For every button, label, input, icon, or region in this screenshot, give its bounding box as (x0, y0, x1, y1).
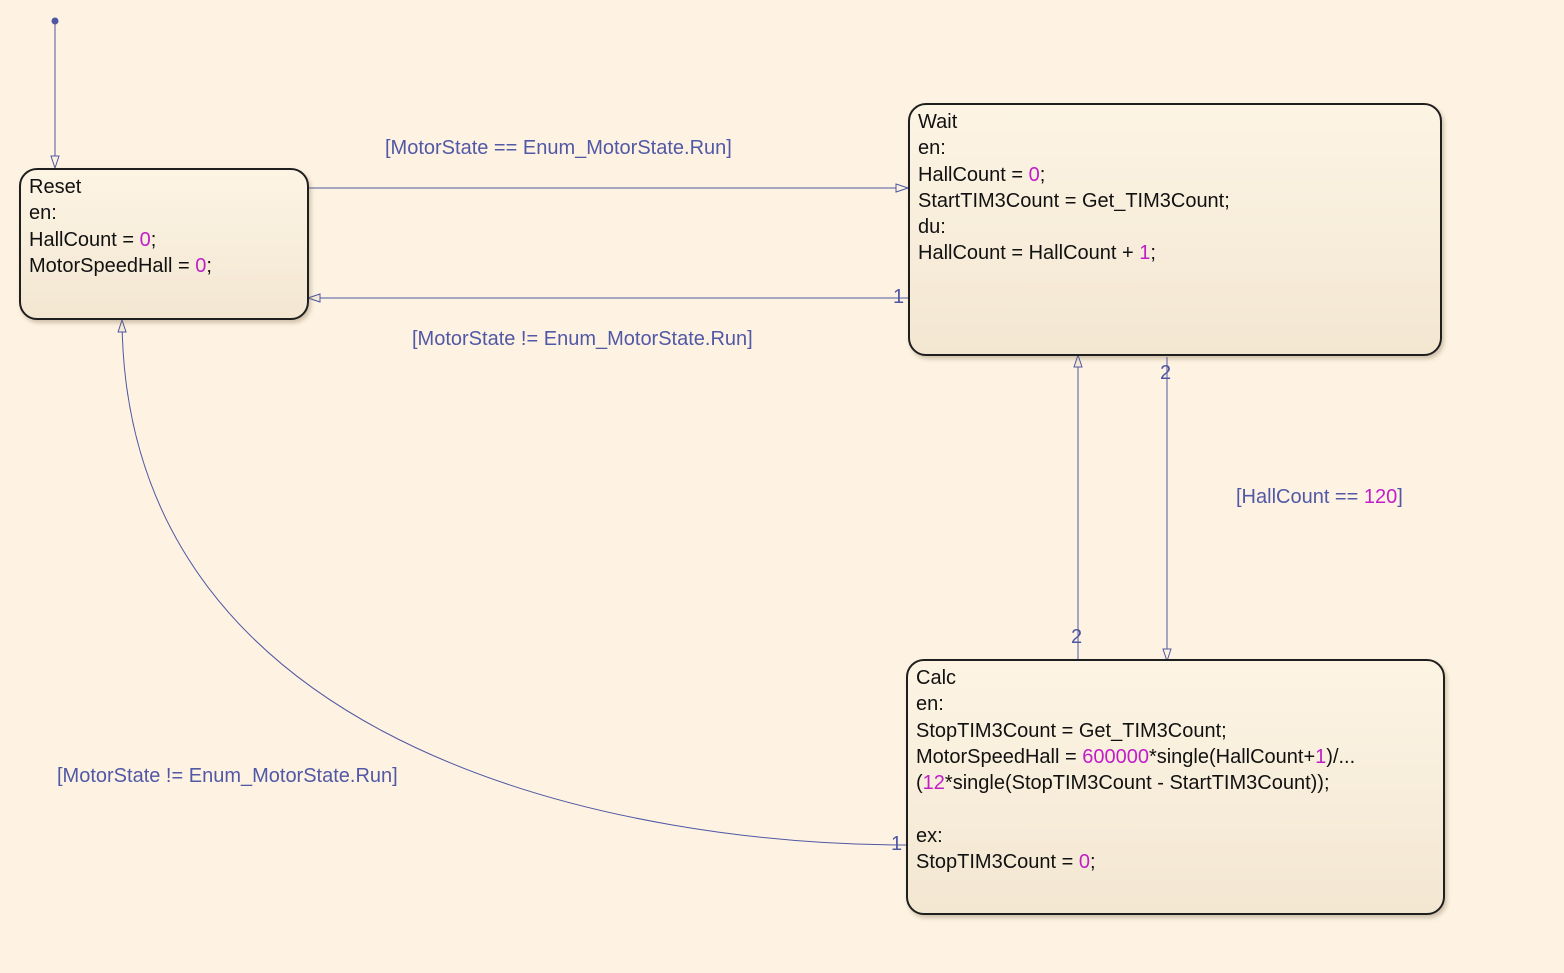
order-calc-to-wait: 2 (1071, 626, 1083, 648)
order-wait-to-reset: 1 (893, 286, 905, 308)
action-text: MotorSpeedHall = (29, 254, 196, 277)
action-line: HallCount = 0; (918, 162, 1432, 188)
state-calc[interactable]: Calc en: StopTIM3Count = Get_TIM3Count; Mo… (906, 659, 1445, 915)
label-wait-to-calc-pre: [HallCount == (1236, 486, 1364, 508)
label-wait-to-calc-num: 120 (1363, 486, 1398, 508)
state-wait-name: Wait (918, 111, 958, 133)
action-text: en: (918, 137, 946, 160)
action-text: *single(StopTIM3Count - StartTIM3Count))… (944, 772, 1330, 795)
state-reset-body: en: HallCount = 0; MotorSpeedHall = 0; (29, 200, 299, 279)
action-text: MotorSpeedHall = (916, 745, 1083, 768)
order-wait-to-calc: 2 (1160, 362, 1172, 384)
action-text: ; (1150, 242, 1156, 265)
action-text: HallCount = (29, 228, 140, 251)
action-line: StopTIM3Count = 0; (916, 849, 1435, 875)
constant-value: 12 (922, 772, 945, 795)
action-text: ; (1039, 163, 1046, 186)
action-line: en: (29, 200, 299, 226)
action-text: du: (918, 216, 946, 239)
action-text: StopTIM3Count = Get_TIM3Count; (916, 719, 1227, 742)
action-line: MotorSpeedHall = 0; (29, 253, 299, 279)
label-calc-to-reset[interactable]: [MotorState != Enum_MotorState.Run] (57, 765, 398, 788)
constant-value: 1 (1315, 745, 1327, 768)
action-text: ( (916, 772, 923, 795)
action-text: HallCount = (918, 163, 1029, 186)
action-line: ex: (916, 823, 1435, 849)
action-text: ; (206, 254, 212, 277)
action-line: HallCount = 0; (29, 227, 299, 253)
state-wait[interactable]: Wait en: HallCount = 0; StartTIM3Count = G… (908, 103, 1442, 356)
label-wait-to-calc[interactable]: [HallCount == 120] (1236, 486, 1403, 509)
action-text: ex: (916, 824, 943, 847)
action-line: StopTIM3Count = Get_TIM3Count; (916, 718, 1435, 744)
action-text: StopTIM3Count = (916, 851, 1079, 874)
constant-value: 0 (1028, 163, 1040, 186)
constant-value: 1 (1139, 242, 1151, 265)
action-text: ; (1090, 851, 1096, 874)
action-line: du: (918, 214, 1432, 240)
state-calc-name: Calc (916, 667, 957, 689)
order-calc-to-reset: 1 (891, 833, 903, 855)
constant-value: 0 (1078, 851, 1090, 874)
label-wait-to-reset[interactable]: [MotorState != Enum_MotorState.Run] (412, 328, 753, 351)
state-reset-name: Reset (29, 176, 82, 198)
action-line: StartTIM3Count = Get_TIM3Count; (918, 188, 1432, 214)
action-text: )/... (1326, 745, 1356, 768)
action-text: ; (150, 228, 157, 251)
state-reset[interactable]: Reset en: HallCount = 0; MotorSpeedHall = … (19, 168, 309, 320)
action-text: en: (916, 693, 944, 716)
label-wait-to-calc-post: ] (1397, 486, 1403, 508)
action-text: en: (29, 202, 57, 225)
state-wait-body: en: HallCount = 0; StartTIM3Count = Get_TI… (918, 135, 1432, 266)
action-text: *single(HallCount+ (1148, 745, 1316, 768)
action-line: MotorSpeedHall = 600000*single(HallCount… (916, 744, 1435, 770)
constant-value: 0 (139, 228, 151, 251)
label-reset-to-wait[interactable]: [MotorState == Enum_MotorState.Run] (385, 137, 732, 160)
action-line: HallCount = HallCount + 1; (918, 240, 1432, 266)
constant-value: 0 (195, 254, 207, 277)
action-line (916, 796, 1435, 822)
action-text: HallCount = HallCount + (918, 242, 1140, 265)
action-line: en: (916, 691, 1435, 717)
state-calc-body: en: StopTIM3Count = Get_TIM3Count; MotorSp… (916, 691, 1435, 875)
constant-value: 600000 (1082, 745, 1149, 768)
action-text: StartTIM3Count = Get_TIM3Count; (918, 189, 1230, 212)
action-line: en: (918, 135, 1432, 161)
action-line: (12*single(StopTIM3Count - StartTIM3Coun… (916, 770, 1435, 796)
